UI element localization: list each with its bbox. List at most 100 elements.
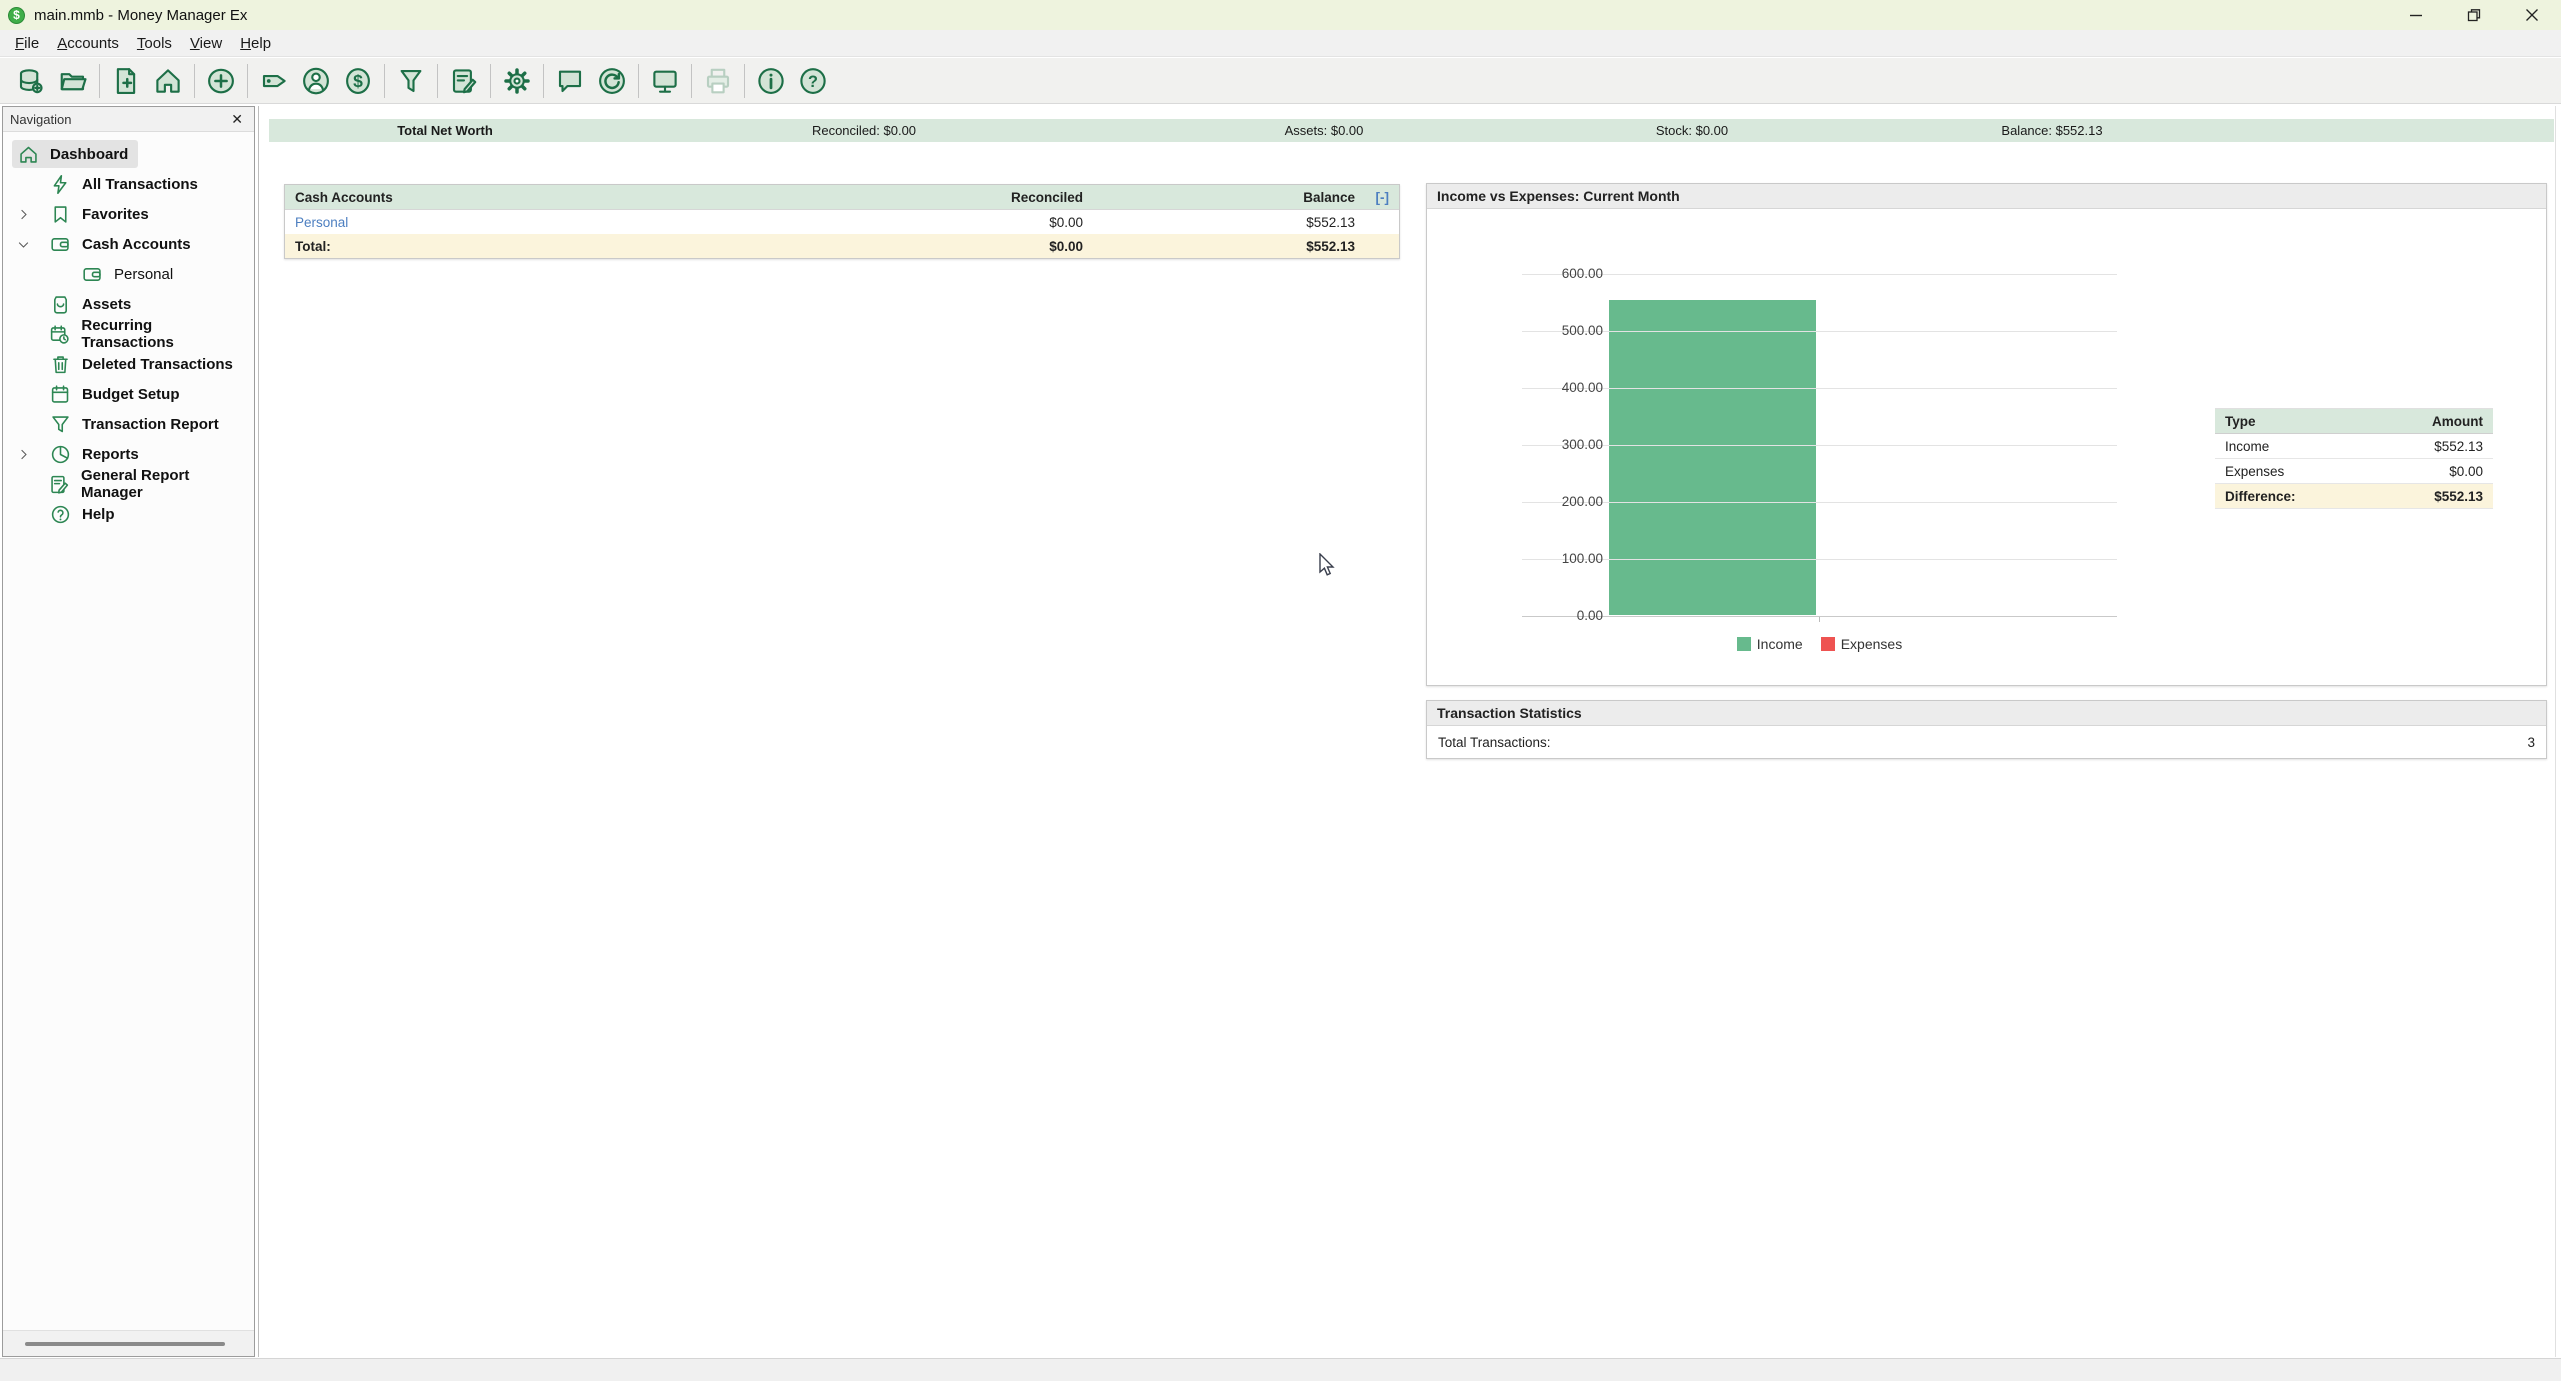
y-tick-label: 0.00: [1523, 608, 1603, 623]
chevron-down-icon[interactable]: [16, 236, 32, 252]
trash-icon: [49, 353, 71, 375]
chart-legend: Income Expenses: [1522, 636, 2117, 652]
y-tick-label: 200.00: [1523, 494, 1603, 509]
open-database-icon[interactable]: [52, 61, 94, 101]
table-row-expenses: Expenses $0.00: [2215, 459, 2493, 484]
transaction-statistics-title: Transaction Statistics: [1427, 701, 2546, 726]
income-expenses-chart: 600.00500.00400.00300.00200.00100.000.00…: [1427, 209, 2546, 685]
nav-item-label: Transaction Report: [82, 416, 219, 433]
money-manager-window: $ main.mmb - Money Manager Ex File Accou…: [0, 0, 2561, 1381]
navigation-hscrollbar[interactable]: [3, 1330, 254, 1356]
income-bar: [1609, 300, 1816, 615]
nav-item-label: All Transactions: [82, 176, 198, 193]
payees-icon[interactable]: [295, 61, 337, 101]
gridline: [1522, 559, 2117, 560]
restore-button[interactable]: [2445, 0, 2503, 30]
title-bar: $ main.mmb - Money Manager Ex: [0, 0, 2561, 30]
col-reconciled: Reconciled: [783, 190, 1083, 205]
close-button[interactable]: [2503, 0, 2561, 30]
chevron-right-icon[interactable]: [16, 206, 32, 222]
account-link-personal[interactable]: Personal: [295, 215, 783, 230]
chart-plot: 600.00500.00400.00300.00200.00100.000.00: [1522, 274, 2117, 616]
update-refresh-icon[interactable]: [591, 61, 633, 101]
dashboard-main: Total Net Worth Reconciled: $0.00 Assets…: [258, 106, 2561, 1357]
home-icon: [17, 143, 39, 165]
menu-help[interactable]: Help: [231, 32, 280, 55]
funnel-icon: [49, 413, 71, 435]
nav-item-deleted-transactions[interactable]: Deleted Transactions: [3, 349, 254, 379]
income-vs-expenses-title: Income vs Expenses: Current Month: [1427, 184, 2546, 209]
settings-gear-icon[interactable]: [496, 61, 538, 101]
nav-item-label: Dashboard: [50, 146, 128, 163]
menu-accounts[interactable]: Accounts: [48, 32, 128, 55]
report-edit-icon: [49, 473, 70, 495]
nav-item-favorites[interactable]: Favorites: [3, 199, 254, 229]
new-database-icon[interactable]: [10, 61, 52, 101]
filter-icon[interactable]: [390, 61, 432, 101]
nav-item-dashboard[interactable]: Dashboard: [3, 139, 254, 169]
minimize-button[interactable]: [2387, 0, 2445, 30]
help-circle-icon: [49, 503, 71, 525]
col-balance: Balance: [1083, 190, 1355, 205]
home-icon[interactable]: [147, 61, 189, 101]
svg-text:$: $: [353, 71, 363, 91]
nav-item-label: Reports: [82, 446, 139, 463]
transaction-statistics-panel: Transaction Statistics Total Transaction…: [1426, 700, 2547, 759]
navigation-close-icon[interactable]: ✕: [227, 111, 247, 128]
feedback-chat-icon[interactable]: [549, 61, 591, 101]
nav-item-transaction-report[interactable]: Transaction Report: [3, 409, 254, 439]
nav-item-label: General Report Manager: [81, 467, 244, 501]
nav-item-label: Favorites: [82, 206, 149, 223]
legend-expenses: Expenses: [1821, 636, 1902, 652]
nav-item-recurring-transactions[interactable]: Recurring Transactions: [3, 319, 254, 349]
collapse-link[interactable]: [-]: [1355, 190, 1389, 205]
toolbar: $ ?: [0, 58, 2561, 104]
menu-file[interactable]: File: [6, 32, 48, 55]
legend-income: Income: [1737, 636, 1803, 652]
total-transactions-row: Total Transactions: 3: [1427, 726, 2546, 758]
y-tick-label: 500.00: [1523, 323, 1603, 338]
nav-item-label: Cash Accounts: [82, 236, 191, 253]
window-title: main.mmb - Money Manager Ex: [34, 7, 247, 24]
summary-stock: Stock: $0.00: [1656, 119, 1728, 142]
nav-item-budget-setup[interactable]: Budget Setup: [3, 379, 254, 409]
currency-icon[interactable]: $: [337, 61, 379, 101]
table-row-income: Income $552.13: [2215, 434, 2493, 459]
bag-icon: [49, 293, 71, 315]
total-balance: $552.13: [1083, 239, 1355, 254]
scrollbar-thumb[interactable]: [25, 1342, 225, 1346]
cash-accounts-header: Cash Accounts Reconciled Balance [-]: [285, 185, 1399, 210]
help-icon[interactable]: ?: [792, 61, 834, 101]
gridline: [1522, 388, 2117, 389]
total-reconciled: $0.00: [783, 239, 1083, 254]
nav-item-personal[interactable]: Personal: [3, 259, 254, 289]
expenses-swatch: [1821, 637, 1835, 651]
nav-item-cash-accounts[interactable]: Cash Accounts: [3, 229, 254, 259]
categories-tag-icon[interactable]: [253, 61, 295, 101]
net-worth-summary-bar: Total Net Worth Reconciled: $0.00 Assets…: [269, 119, 2554, 142]
total-label: Total:: [295, 239, 783, 254]
app-icon: $: [8, 7, 25, 24]
y-tick-label: 400.00: [1523, 380, 1603, 395]
about-info-icon[interactable]: [750, 61, 792, 101]
nav-item-help[interactable]: Help: [3, 499, 254, 529]
navigation-header: Navigation ✕: [3, 107, 254, 132]
new-file-icon[interactable]: [105, 61, 147, 101]
menu-tools[interactable]: Tools: [128, 32, 181, 55]
cash-accounts-title: Cash Accounts: [295, 190, 783, 205]
cash-accounts-panel: Cash Accounts Reconciled Balance [-] Per…: [284, 184, 1400, 259]
nav-item-all-transactions[interactable]: All Transactions: [3, 169, 254, 199]
add-account-icon[interactable]: [200, 61, 242, 101]
menu-view[interactable]: View: [181, 32, 231, 55]
status-bar: [0, 1358, 2561, 1381]
wallet-icon: [49, 233, 71, 255]
nav-item-label: Help: [82, 506, 115, 523]
nav-item-general-report-manager[interactable]: General Report Manager: [3, 469, 254, 499]
transactions-list-icon[interactable]: [443, 61, 485, 101]
summary-balance: Balance: $552.13: [2001, 119, 2102, 142]
chevron-right-icon[interactable]: [16, 446, 32, 462]
monitor-icon[interactable]: [644, 61, 686, 101]
svg-text:?: ?: [808, 72, 818, 90]
type-amount-header: Type Amount: [2215, 409, 2493, 434]
personal-reconciled: $0.00: [783, 215, 1083, 230]
